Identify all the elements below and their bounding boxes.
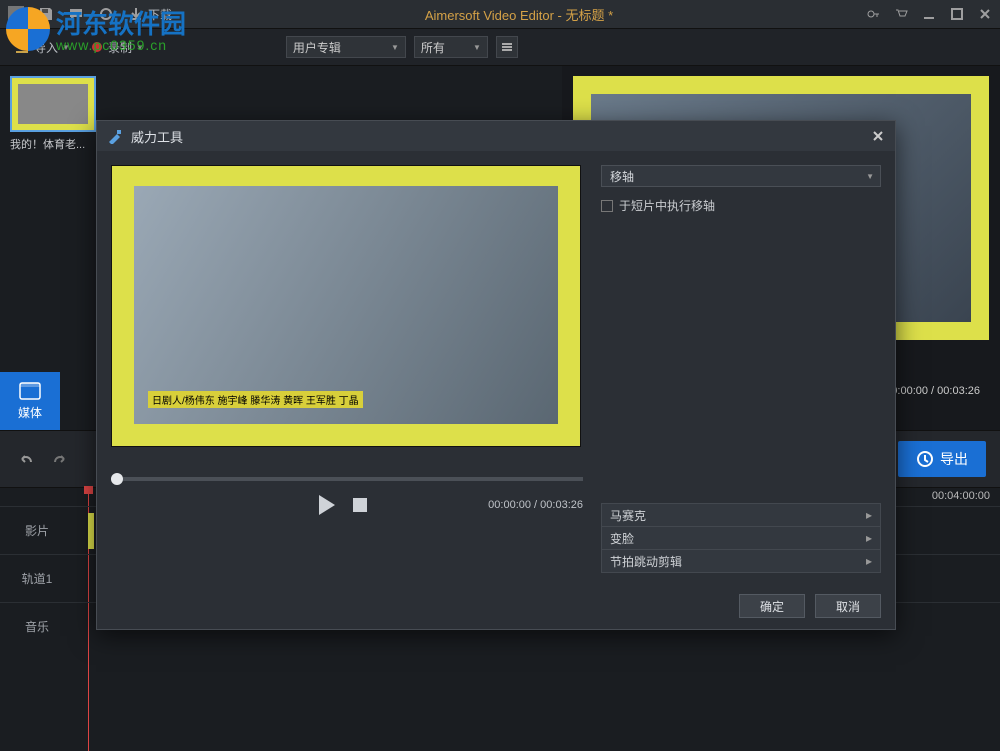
checkbox-icon	[601, 200, 613, 212]
filter-dropdown[interactable]: 所有	[414, 36, 488, 58]
timeline-timecode: 00:04:00:00	[932, 490, 990, 502]
power-tools-dialog: 威力工具 日剧人/杨伟东 施宇峰 滕华涛 黄晖 王军胜 丁晶 00:00:00 …	[96, 120, 896, 630]
site-watermark: 河东软件园 www.pc0359.cn	[6, 4, 186, 53]
playback-slider[interactable]	[111, 477, 583, 481]
close-icon[interactable]	[978, 7, 992, 21]
minimize-icon[interactable]	[922, 7, 936, 21]
option-faceoff[interactable]: 变脸	[601, 526, 881, 550]
video-clip[interactable]	[88, 513, 94, 549]
undo-icon[interactable]	[16, 449, 36, 469]
play-icon[interactable]	[319, 495, 335, 515]
dialog-close-icon[interactable]	[871, 129, 885, 143]
track-label-music: 音乐	[0, 618, 74, 635]
effect-dropdown[interactable]: 移轴	[601, 165, 881, 187]
slider-knob[interactable]	[111, 473, 123, 485]
dialog-timecode: 00:00:00 / 00:03:26	[488, 499, 583, 511]
tab-media[interactable]: 媒体	[0, 372, 60, 430]
watermark-text: 河东软件园	[56, 9, 186, 39]
stop-icon[interactable]	[353, 498, 367, 512]
cancel-button[interactable]: 取消	[815, 594, 881, 618]
preview-timecode: 00:00:00 / 00:03:26	[885, 385, 980, 397]
export-button[interactable]: 导出	[898, 441, 986, 477]
dialog-title: 威力工具	[131, 127, 183, 146]
cart-icon[interactable]	[894, 7, 908, 21]
window-title: Aimersoft Video Editor - 无标题 *	[172, 5, 866, 24]
redo-icon[interactable]	[50, 449, 70, 469]
dialog-icon	[107, 128, 123, 144]
view-mode-button[interactable]	[496, 36, 518, 58]
preview-subtitle: 日剧人/杨伟东 施宇峰 滕华涛 黄晖 王军胜 丁晶	[148, 391, 363, 408]
option-mosaic[interactable]: 马赛克	[601, 503, 881, 527]
option-beat-edit[interactable]: 节拍跳动剪辑	[601, 549, 881, 573]
watermark-url: www.pc0359.cn	[56, 37, 186, 53]
media-thumb[interactable]: 我的！体育老...	[10, 76, 96, 152]
maximize-icon[interactable]	[950, 7, 964, 21]
dialog-titlebar: 威力工具	[97, 121, 895, 151]
thumb-caption: 我的！体育老...	[10, 136, 96, 152]
export-label: 导出	[940, 449, 968, 469]
ok-button[interactable]: 确定	[739, 594, 805, 618]
key-icon[interactable]	[866, 7, 880, 21]
track-label-1: 轨道1	[0, 570, 74, 587]
dialog-preview: 日剧人/杨伟东 施宇峰 滕华涛 黄晖 王军胜 丁晶	[111, 165, 581, 447]
checkbox-label: 于短片中执行移轴	[619, 197, 715, 214]
watermark-logo-icon	[6, 7, 50, 51]
apply-to-clip-checkbox[interactable]: 于短片中执行移轴	[601, 197, 881, 214]
tab-media-label: 媒体	[18, 404, 42, 421]
thumb-image	[10, 76, 96, 132]
category-dropdown[interactable]: 用户专辑	[286, 36, 406, 58]
track-label-video: 影片	[0, 522, 74, 539]
